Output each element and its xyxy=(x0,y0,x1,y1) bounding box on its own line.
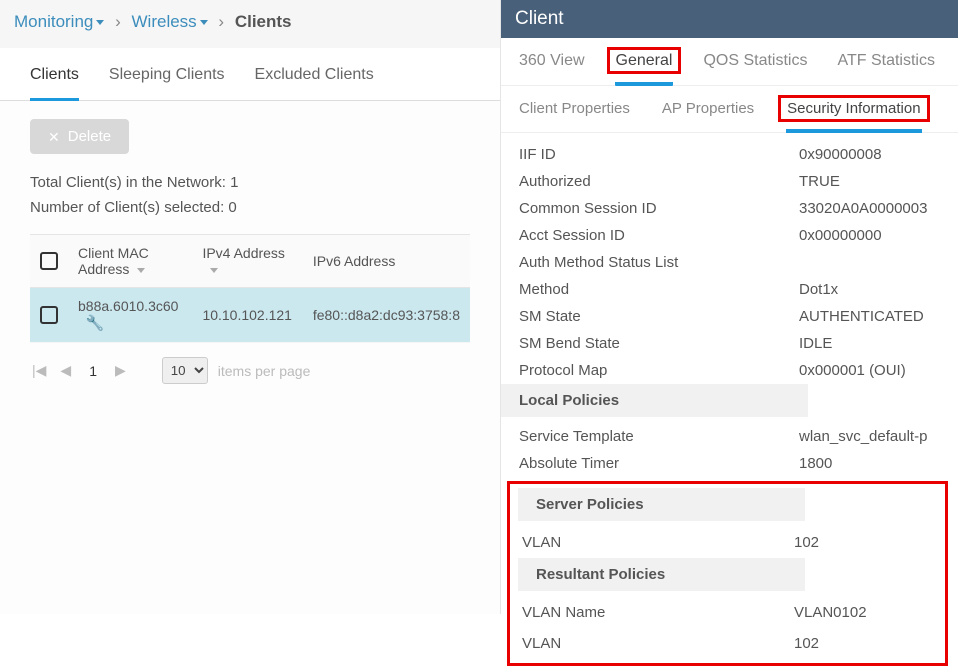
breadcrumb-monitoring[interactable]: Monitoring xyxy=(14,12,104,31)
tab-general[interactable]: General xyxy=(615,52,674,86)
header-ipv4[interactable]: IPv4 Address xyxy=(192,235,302,288)
cell-ipv6: fe80::d8a2:dc93:3758:8 xyxy=(303,288,470,343)
section-server-policies: Server Policies xyxy=(518,488,805,521)
total-label: Total Client(s) in the Network: xyxy=(30,174,226,191)
client-tabs-secondary: Client Properties AP Properties Security… xyxy=(501,86,958,133)
chevron-down-icon xyxy=(210,268,218,273)
toolbar: ✕ Delete xyxy=(0,101,500,160)
right-panel: Client 360 View General QOS Statistics A… xyxy=(500,0,958,614)
client-tabs-primary: 360 View General QOS Statistics ATF Stat… xyxy=(501,38,958,86)
delete-button[interactable]: ✕ Delete xyxy=(30,119,129,154)
row-checkbox[interactable] xyxy=(30,288,68,343)
kv-row: Protocol Map0x000001 (OUI) xyxy=(501,357,958,384)
tab-atf-statistics[interactable]: ATF Statistics xyxy=(837,52,935,85)
clients-table-wrap: Client MAC Address IPv4 Address IPv6 Add… xyxy=(0,234,500,343)
table-row[interactable]: b88a.6010.3c60 🔧 10.10.102.121 fe80::d8a… xyxy=(30,288,470,343)
kv-row: Acct Session ID0x00000000 xyxy=(501,222,958,249)
tab-general-highlight: General xyxy=(607,47,682,74)
pager-pagesize-select[interactable]: 10 xyxy=(162,357,208,384)
kv-row: SM StateAUTHENTICATED xyxy=(501,303,958,330)
sub-tabs: Clients Sleeping Clients Excluded Client… xyxy=(0,48,500,101)
kv-row: Service Templatewlan_svc_default-p xyxy=(501,423,958,450)
kv-row: Auth Method Status List xyxy=(501,249,958,276)
cell-ipv4: 10.10.102.121 xyxy=(192,288,302,343)
tab-sleeping-clients[interactable]: Sleeping Clients xyxy=(109,66,225,100)
kv-row: Absolute Timer1800 xyxy=(501,450,958,477)
chevron-down-icon xyxy=(96,20,104,25)
breadcrumb-separator: › xyxy=(115,12,121,31)
tab-client-properties[interactable]: Client Properties xyxy=(519,100,630,132)
tab-qos-statistics[interactable]: QOS Statistics xyxy=(703,52,807,85)
checkbox-icon xyxy=(40,306,58,324)
chevron-down-icon xyxy=(200,20,208,25)
tab-excluded-clients[interactable]: Excluded Clients xyxy=(255,66,374,100)
left-panel: Monitoring › Wireless › Clients Clients … xyxy=(0,0,500,614)
kv-row: VLAN102 xyxy=(510,527,945,558)
chevron-down-icon xyxy=(137,268,145,273)
tab-clients[interactable]: Clients xyxy=(30,66,79,101)
tab-360-view[interactable]: 360 View xyxy=(519,52,585,85)
kv-row: VLAN NameVLAN0102 xyxy=(510,597,945,628)
kv-row: MethodDot1x xyxy=(501,276,958,303)
kv-row: VLAN102 xyxy=(510,628,945,659)
pager-prev[interactable]: ◀ xyxy=(58,362,73,379)
breadcrumb: Monitoring › Wireless › Clients xyxy=(0,0,500,48)
selected-label: Number of Client(s) selected: xyxy=(30,199,224,216)
header-checkbox[interactable] xyxy=(30,235,68,288)
section-resultant-policies: Resultant Policies xyxy=(518,558,805,591)
panel-title: Client xyxy=(501,0,958,38)
checkbox-icon xyxy=(40,252,58,270)
kv-row: Common Session ID33020A0A0000003 xyxy=(501,195,958,222)
tab-security-information[interactable]: Security Information xyxy=(786,100,921,133)
cell-mac: b88a.6010.3c60 🔧 xyxy=(68,288,192,343)
pager: |◀ ◀ 1 ▶ 10 items per page xyxy=(0,343,500,398)
selected-value: 0 xyxy=(228,199,236,216)
section-local-policies: Local Policies xyxy=(501,384,808,417)
clients-table: Client MAC Address IPv4 Address IPv6 Add… xyxy=(30,234,470,343)
tab-secinfo-highlight: Security Information xyxy=(778,95,929,122)
header-ipv6[interactable]: IPv6 Address xyxy=(303,235,470,288)
stats: Total Client(s) in the Network: 1 Number… xyxy=(0,160,500,234)
pager-first[interactable]: |◀ xyxy=(30,362,48,379)
kv-row: IIF ID0x90000008 xyxy=(501,141,958,168)
header-mac[interactable]: Client MAC Address xyxy=(68,235,192,288)
total-value: 1 xyxy=(230,174,238,191)
close-icon: ✕ xyxy=(48,130,60,144)
kv-row: SM Bend StateIDLE xyxy=(501,330,958,357)
kv-row: AuthorizedTRUE xyxy=(501,168,958,195)
delete-button-label: Delete xyxy=(68,128,111,145)
policies-highlight: Server Policies VLAN102 Resultant Polici… xyxy=(507,481,948,666)
pager-pagesize-label: items per page xyxy=(218,363,311,379)
wrench-icon[interactable]: 🔧 xyxy=(86,314,105,332)
breadcrumb-separator: › xyxy=(218,12,224,31)
detail-pane: IIF ID0x90000008 AuthorizedTRUE Common S… xyxy=(501,133,958,668)
breadcrumb-current: Clients xyxy=(235,12,292,31)
pager-current: 1 xyxy=(83,363,103,379)
breadcrumb-wireless[interactable]: Wireless xyxy=(132,12,208,31)
tab-ap-properties[interactable]: AP Properties xyxy=(662,100,754,132)
pager-next[interactable]: ▶ xyxy=(113,362,128,379)
